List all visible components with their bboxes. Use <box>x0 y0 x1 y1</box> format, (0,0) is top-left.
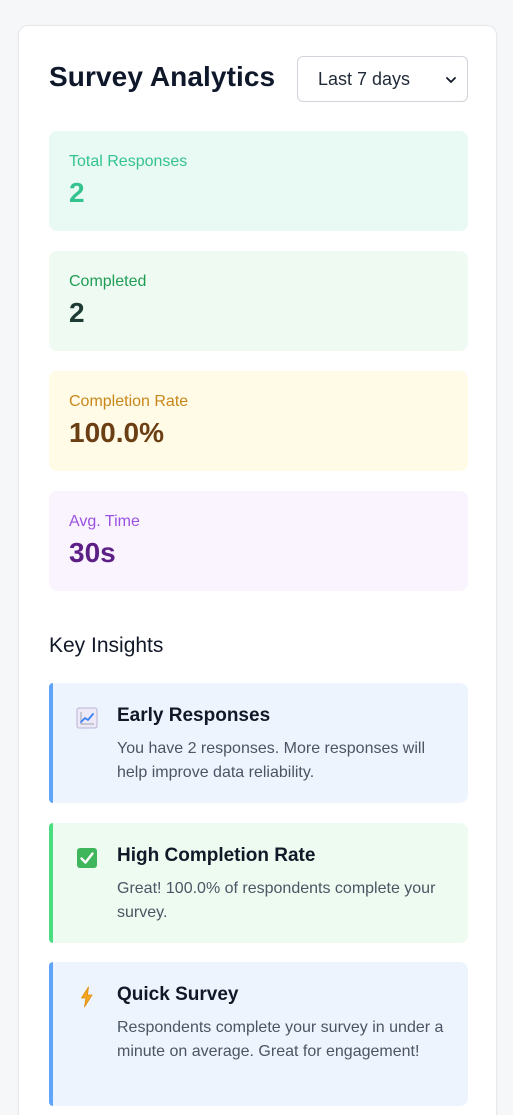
insight-accent-bar <box>49 683 53 803</box>
lightning-icon <box>81 986 93 1008</box>
check-box-icon <box>77 848 97 868</box>
stat-value: 100.0% <box>69 417 164 448</box>
insights-heading: Key Insights <box>49 634 164 657</box>
insight-text: You have 2 responses. More responses wil… <box>117 740 426 781</box>
stat-completed: Completed 2 <box>49 251 468 351</box>
stat-label: Completion Rate <box>69 393 189 410</box>
insight-high-completion: High Completion Rate Great! 100.0% of re… <box>49 823 468 943</box>
insight-accent-bar <box>49 823 53 943</box>
stat-completion-rate: Completion Rate 100.0% <box>49 371 468 471</box>
insight-accent-bar <box>49 962 53 1106</box>
stat-label: Total Responses <box>69 153 188 170</box>
chevron-down-icon <box>446 77 456 83</box>
stat-label: Completed <box>69 273 147 290</box>
stat-avg-time: Avg. Time 30s <box>49 491 468 591</box>
insight-text: Great! 100.0% of respondents complete yo… <box>117 880 436 921</box>
stat-total-responses: Total Responses 2 <box>49 131 468 231</box>
date-range-select[interactable]: Last 7 days <box>297 56 468 102</box>
stat-value: 2 <box>69 297 85 328</box>
stat-value: 30s <box>69 537 116 568</box>
page-title: Survey Analytics <box>49 61 276 92</box>
insight-early-responses: Early Responses You have 2 responses. Mo… <box>49 683 468 803</box>
stat-label: Avg. Time <box>69 513 140 530</box>
date-range-value: Last 7 days <box>318 69 411 89</box>
stat-value: 2 <box>69 177 85 208</box>
insight-quick-survey: Quick Survey Respondents complete your s… <box>49 962 468 1106</box>
insight-title: High Completion Rate <box>117 845 316 866</box>
header: Survey Analytics Last 7 days <box>49 56 468 102</box>
insight-text: Respondents complete your survey in unde… <box>117 1019 444 1060</box>
chart-increasing-icon <box>76 707 98 729</box>
survey-analytics-card: Survey Analytics Last 7 days Total Respo… <box>18 25 497 1115</box>
insight-title: Early Responses <box>117 705 271 726</box>
insight-title: Quick Survey <box>117 984 239 1005</box>
